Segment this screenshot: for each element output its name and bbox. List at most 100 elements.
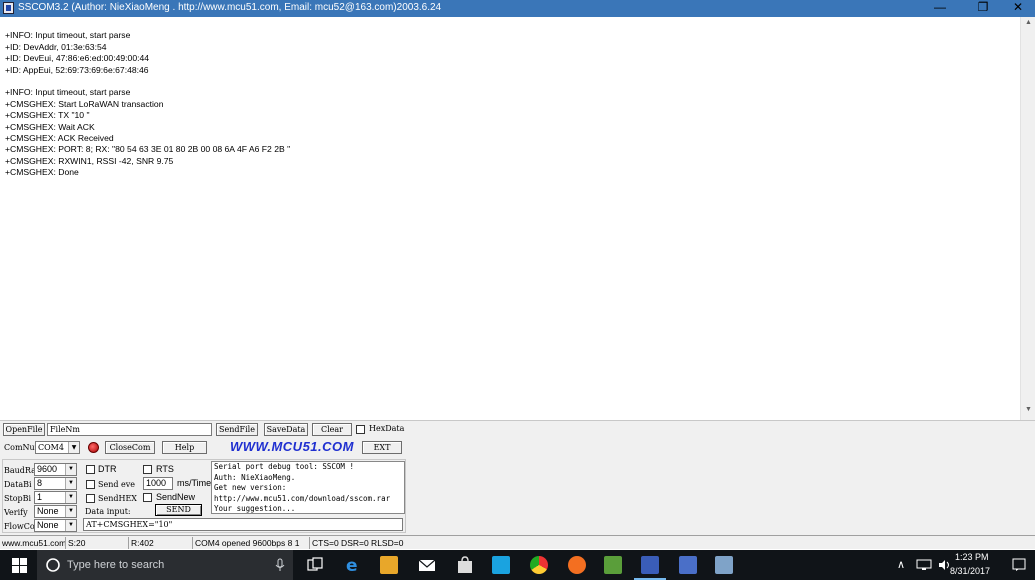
taskbar-search[interactable]: Type here to search	[37, 550, 293, 580]
site-url-link[interactable]: WWW.MCU51.COM	[230, 439, 354, 454]
taskbar: Type here to search e ∧ 1:23 PM 8/31/201…	[0, 550, 1035, 580]
windows-logo-icon	[20, 558, 27, 565]
clock-time[interactable]: 1:23 PM	[955, 552, 989, 562]
help-button[interactable]: Help	[162, 441, 207, 454]
send-button[interactable]: SEND	[155, 504, 202, 516]
receive-line: +CMSGHEX: ACK Received	[5, 133, 114, 143]
start-button[interactable]	[0, 550, 37, 580]
data-bits-label: DataBi	[4, 480, 32, 489]
file-explorer-icon[interactable]	[380, 556, 398, 574]
send-file-button[interactable]: SendFile	[216, 423, 258, 436]
ms-time-label: ms/Time	[177, 478, 212, 488]
send-every-label: Send eve	[98, 480, 136, 489]
receive-scrollbar[interactable]: ▲ ▼	[1020, 17, 1035, 420]
chevron-down-icon: ▼	[65, 492, 76, 503]
port-status-led-icon	[88, 442, 99, 453]
hex-data-checkbox[interactable]	[356, 425, 365, 434]
chevron-down-icon: ▼	[65, 464, 76, 475]
info-line: Your suggestion...	[214, 504, 296, 513]
svg-text:e: e	[346, 556, 358, 574]
close-com-button[interactable]: CloseCom	[105, 441, 155, 454]
task-view-icon[interactable]	[307, 557, 323, 573]
send-new-checkbox[interactable]	[143, 493, 152, 502]
status-received-count: R:402	[128, 537, 192, 549]
app-orange-icon[interactable]	[568, 556, 586, 574]
app-icon[interactable]	[3, 2, 14, 14]
receive-line: +CMSGHEX: Done	[5, 167, 79, 177]
receive-line: +CMSGHEX: Wait ACK	[5, 121, 95, 132]
store-icon[interactable]	[456, 556, 474, 574]
status-site: www.mcu51.com	[2, 538, 67, 548]
edge-browser-icon[interactable]: e	[344, 556, 362, 576]
receive-line: +INFO: Input timeout, start parse	[5, 87, 131, 97]
windows-logo-icon	[12, 558, 19, 565]
ext-button[interactable]: EXT	[362, 441, 402, 454]
receive-line: +INFO: Input timeout, start parse	[5, 30, 131, 40]
receive-line: +CMSGHEX: TX "10 "	[5, 110, 90, 120]
verify-select[interactable]: None ▼	[34, 505, 77, 518]
send-every-checkbox[interactable]	[86, 480, 95, 489]
mail-icon[interactable]	[418, 556, 436, 574]
receive-line: +ID: DevAddr, 01:3e:63:54	[5, 41, 107, 52]
stop-bits-value: 1	[37, 492, 43, 502]
control-panel: OpenFile FileNm SendFile SaveData Clear …	[0, 420, 1035, 535]
scroll-down-icon[interactable]: ▼	[1021, 406, 1035, 413]
microphone-icon[interactable]	[275, 558, 285, 572]
sscom-taskbar-icon[interactable]	[641, 556, 659, 574]
chevron-down-icon: ▼	[65, 506, 76, 517]
save-data-button[interactable]: SaveData	[264, 423, 308, 436]
data-bits-value: 8	[37, 478, 43, 488]
rts-label: RTS	[156, 464, 174, 474]
data-input-field[interactable]: AT+CMSGHEX="10"	[83, 518, 403, 531]
search-placeholder: Type here to search	[67, 559, 165, 571]
baud-rate-value: 9600	[37, 464, 58, 474]
show-hidden-icons-chevron-icon[interactable]: ∧	[897, 558, 905, 571]
network-icon[interactable]	[916, 559, 932, 571]
dtr-checkbox[interactable]	[86, 465, 95, 474]
stop-bits-label: StopBi	[4, 494, 32, 503]
network-tool-icon[interactable]	[679, 556, 697, 574]
stop-bits-select[interactable]: 1 ▼	[34, 491, 77, 504]
info-line: Serial port debug tool: SSCOM !	[214, 462, 354, 471]
scroll-up-icon[interactable]: ▲	[1021, 19, 1035, 26]
chevron-down-icon: ▼	[65, 478, 76, 489]
maximize-button[interactable]: ❐	[966, 0, 1000, 15]
dtr-label: DTR	[98, 464, 117, 474]
title-bar[interactable]: SSCOM3.2 (Author: NieXiaoMeng . http://w…	[0, 0, 1035, 17]
receive-line: +ID: AppEui, 52:69:73:69:6e:67:48:46	[5, 64, 149, 75]
status-bar: www.mcu51.com S:20 R:402 COM4 opened 960…	[0, 535, 1035, 549]
close-button[interactable]: ✕	[1001, 0, 1035, 15]
com-num-select[interactable]: COM4 ▼	[35, 441, 80, 454]
receive-line: +CMSGHEX: PORT: 8; RX: "80 54 63 3E 01 8…	[5, 144, 291, 154]
send-hex-checkbox[interactable]	[86, 494, 95, 503]
baud-rate-label: BaudRa	[4, 466, 36, 475]
receive-text-area[interactable]: +INFO: Input timeout, start parse +ID: D…	[0, 17, 1020, 420]
clock-date[interactable]: 8/31/2017	[950, 566, 990, 576]
verify-value: None	[37, 506, 59, 516]
rts-checkbox[interactable]	[143, 465, 152, 474]
skype-icon[interactable]	[492, 556, 510, 574]
clear-button[interactable]: Clear	[312, 423, 352, 436]
app-blue-icon[interactable]	[715, 556, 733, 574]
baud-rate-select[interactable]: 9600 ▼	[34, 463, 77, 476]
flow-control-label: FlowCo	[4, 522, 35, 531]
minimize-button[interactable]: —	[923, 0, 957, 15]
app-green-icon[interactable]	[604, 556, 622, 574]
status-signals: CTS=0 DSR=0 RLSD=0	[309, 537, 419, 549]
windows-logo-icon	[12, 566, 19, 573]
verify-label: Verify	[4, 508, 28, 517]
info-line: http://www.mcu51.com/download/sscom.rar	[214, 493, 391, 503]
chevron-down-icon: ▼	[65, 520, 76, 531]
cortana-icon	[46, 558, 60, 572]
interval-input[interactable]: 1000	[143, 477, 173, 490]
file-name-input[interactable]: FileNm	[47, 423, 212, 436]
chrome-icon[interactable]	[530, 556, 548, 574]
data-bits-select[interactable]: 8 ▼	[34, 477, 77, 490]
action-center-icon[interactable]	[1012, 558, 1026, 572]
hex-data-label: HexData	[369, 424, 405, 433]
windows-logo-icon	[20, 566, 27, 573]
chevron-down-icon: ▼	[68, 442, 79, 453]
info-textbox: Serial port debug tool: SSCOM ! Auth: Ni…	[211, 461, 405, 514]
flow-control-select[interactable]: None ▼	[34, 519, 77, 532]
open-file-button[interactable]: OpenFile	[3, 423, 45, 436]
